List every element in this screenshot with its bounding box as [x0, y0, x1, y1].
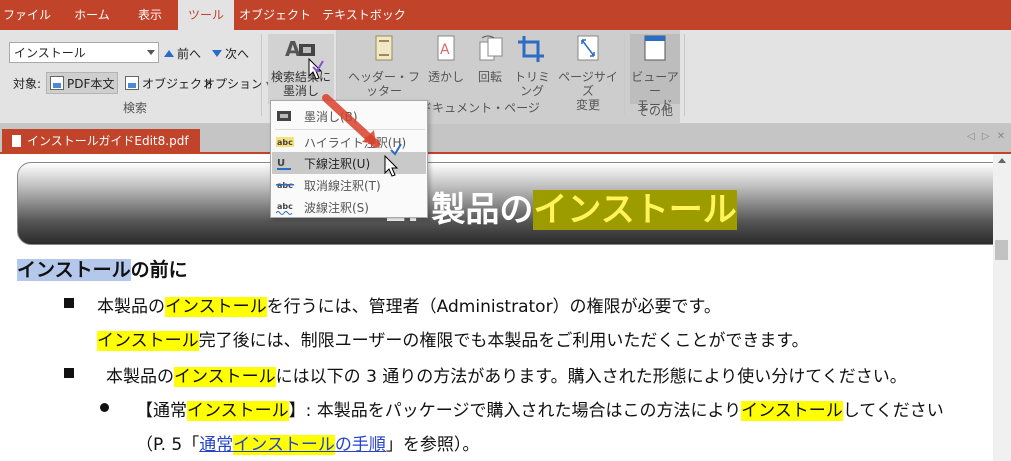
section-heading: インストールの前に — [17, 259, 188, 281]
check-mark-icon — [312, 60, 324, 73]
svg-text:A: A — [285, 37, 301, 61]
prev-label: 前へ — [177, 46, 202, 61]
document-tab-label: インストールガイドEdit8.pdf — [27, 134, 189, 148]
trim-button[interactable]: トリミング — [510, 34, 554, 98]
paragraph-2: インストール完了後には、制限ユーザーの権限でも本製品をご利用いただくことができま… — [97, 331, 809, 351]
strikethrough-icon: abc — [276, 177, 294, 193]
other-group-label: その他 — [636, 104, 673, 118]
pdf-page-icon — [50, 76, 64, 90]
watermark-button[interactable]: A 透かし — [424, 34, 468, 84]
round-bullet — [100, 403, 109, 412]
chevron-down-icon[interactable] — [147, 50, 155, 55]
object-icon — [125, 76, 139, 90]
scroll-thumb[interactable] — [995, 240, 1008, 260]
options-label: オプション — [203, 76, 264, 91]
svg-text:A: A — [440, 42, 450, 58]
square-bullet — [64, 368, 74, 378]
search-hit: インストール — [97, 331, 199, 351]
document-tab[interactable]: インストールガイドEdit8.pdf — [2, 129, 200, 153]
separator — [684, 34, 685, 116]
page-size-label-1: ページサイズ — [558, 70, 618, 98]
vertical-scrollbar[interactable] — [993, 154, 1011, 461]
search-hit: インストール — [187, 401, 289, 421]
ribbon: 前へ 次へ 対象: PDF本文 オブジェクト オプション ▾ 検索 A 検索結果… — [0, 30, 1011, 124]
document-page: 1. 製品のインストール インストールの前に 本製品のインストールを行うには、管… — [0, 154, 993, 461]
svg-text:abc: abc — [277, 138, 293, 147]
wavy-line-icon: abc — [275, 199, 294, 215]
paragraph-3: 本製品のインストールには以下の 3 通りの方法があります。購入された形態により使… — [106, 367, 907, 387]
next-button[interactable]: 次へ — [212, 44, 249, 62]
section-link[interactable]: 通常インストールの手順 — [199, 435, 386, 455]
square-bullet — [64, 298, 74, 308]
crop-icon — [516, 34, 548, 64]
search-combo[interactable] — [9, 42, 159, 63]
redact-icon — [276, 108, 294, 124]
redact-label-1: 検索結果に — [270, 70, 331, 84]
rotate-label: 回転 — [477, 70, 502, 84]
viewer-label-1: ビューアー — [631, 70, 679, 98]
svg-text:U: U — [277, 158, 285, 169]
trim-label: トリミング — [513, 70, 550, 98]
arrow-up-icon — [164, 49, 174, 57]
pdf-text-label: PDF本文 — [67, 76, 115, 91]
tab-home[interactable]: ホーム — [62, 0, 122, 30]
viewer-mode-icon — [639, 34, 671, 64]
svg-text:abc: abc — [277, 202, 293, 211]
doc-page-group-label: ドキュメント・ページ — [420, 101, 540, 115]
paragraph-4: 【通常インストール】: 本製品をパッケージで購入された場合はこの方法によりインス… — [136, 401, 944, 421]
page-size-icon — [572, 34, 604, 64]
separator — [261, 34, 262, 116]
paragraph-5: （P. 5「通常インストールの手順」を参照）。 — [136, 435, 480, 455]
tab-textbox[interactable]: テキストボックス — [318, 0, 410, 52]
search-hit: インストール — [533, 190, 737, 230]
prev-button[interactable]: 前へ — [164, 44, 201, 62]
highlight-icon: abc — [276, 134, 294, 150]
tab-tools[interactable]: ツール — [178, 0, 234, 31]
scroll-up-icon[interactable] — [998, 158, 1006, 163]
page-size-button[interactable]: ページサイズ 変更 — [556, 34, 620, 112]
tab-file[interactable]: ファイル — [0, 0, 54, 30]
chapter-title: 1. 製品のインストール — [383, 190, 737, 230]
selected-search-hit: インストール — [17, 259, 131, 281]
tab-view[interactable]: 表示 — [124, 0, 176, 30]
search-hit: インストール — [174, 367, 276, 387]
header-footer-icon — [368, 34, 400, 64]
menu-item-strikethrough[interactable]: abc 取消線注釈(T) — [272, 174, 426, 196]
rotate-icon — [474, 34, 506, 64]
search-input[interactable] — [10, 43, 140, 62]
target-label: 対象: — [13, 76, 42, 91]
pdf-text-toggle[interactable]: PDF本文 — [46, 72, 119, 94]
ribbon-tab-bar: ファイル ホーム 表示 ツール オブジェクト テキストボックス — [0, 0, 1011, 52]
paragraph-1: 本製品のインストールを行うには、管理者（Administrator）の権限が必要… — [97, 297, 721, 317]
viewer-mode-button[interactable]: ビューアー モード — [630, 34, 680, 112]
search-hit: インストール — [741, 401, 843, 421]
watermark-icon: A — [430, 34, 462, 64]
rotate-button[interactable]: 回転 — [470, 34, 510, 84]
search-hit: インストール — [165, 297, 267, 317]
arrow-down-icon — [212, 49, 222, 57]
file-icon — [12, 135, 21, 147]
menu-item-wavy-line[interactable]: abc 波線注釈(S) — [272, 196, 426, 218]
options-button[interactable]: オプション ▾ — [200, 72, 273, 94]
page-size-label-2: 変更 — [575, 98, 600, 112]
watermark-label: 透かし — [427, 70, 464, 84]
mouse-cursor-icon — [384, 155, 399, 177]
separator — [624, 34, 625, 116]
check-mark-icon — [390, 143, 402, 156]
tab-scroll-arrows[interactable]: ◁ ▷ ✕ — [967, 131, 1007, 142]
tab-object[interactable]: オブジェクト — [238, 0, 312, 30]
next-label: 次へ — [225, 46, 250, 61]
underline-icon: U — [276, 155, 294, 171]
search-group-label: 検索 — [122, 101, 147, 115]
